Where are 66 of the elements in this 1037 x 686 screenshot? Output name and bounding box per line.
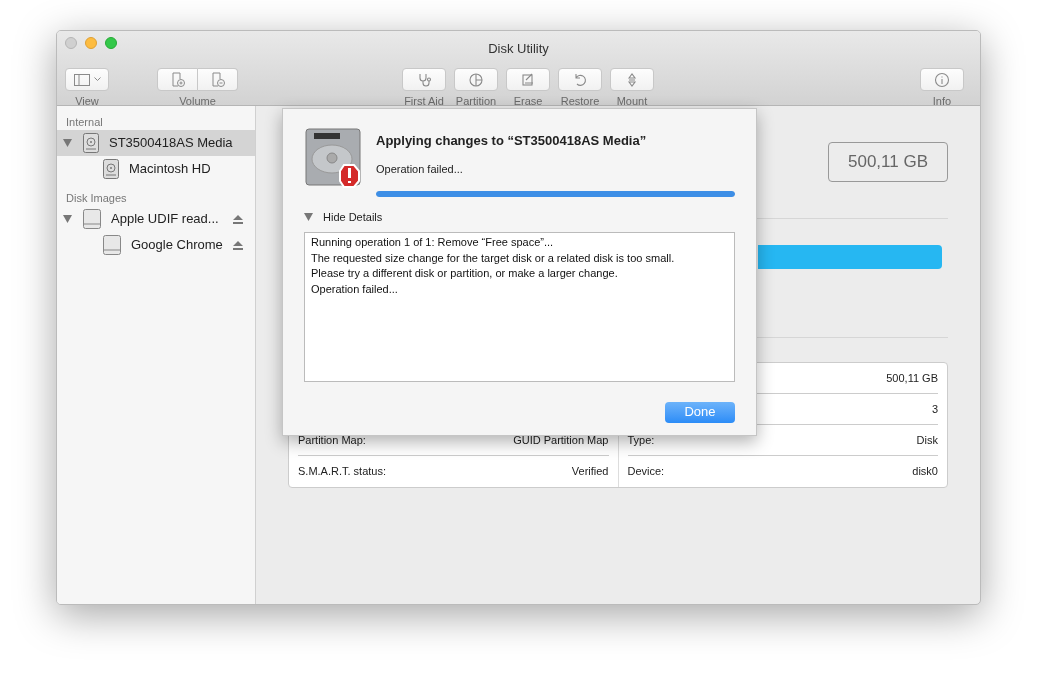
disk-image-icon: [103, 235, 121, 255]
info-value: 3: [931, 401, 938, 417]
sidebar-toggle-button[interactable]: [65, 68, 109, 91]
disk-name: ST3500418AS Media: [109, 134, 234, 153]
sidebar-item[interactable]: ST3500418AS Media: [57, 130, 255, 156]
info-label: S.M.A.R.T. status:: [298, 464, 387, 480]
toolbar-label: Volume: [179, 96, 216, 107]
details-toggle[interactable]: Hide Details: [304, 209, 383, 226]
disk-image-icon: [83, 209, 101, 229]
minimize-button[interactable]: [85, 37, 97, 49]
firstaid-button[interactable]: [402, 68, 446, 91]
remove-volume-icon: [209, 71, 226, 88]
disk-name: Google Chrome: [131, 236, 224, 255]
partition-button[interactable]: [454, 68, 498, 91]
info-value: Verified: [571, 464, 609, 480]
disclosure-triangle-icon[interactable]: [63, 139, 72, 147]
eraser-icon: [520, 71, 536, 88]
log-entry: Operation failed...: [311, 281, 399, 297]
disclosure-triangle-icon: [304, 213, 313, 222]
capacity-box: 500,11 GB: [828, 142, 948, 182]
restore-button[interactable]: [558, 68, 602, 91]
stethoscope-icon: [416, 71, 432, 88]
erase-button[interactable]: [506, 68, 550, 91]
toolbar-label: Restore: [560, 96, 600, 107]
close-button[interactable]: [65, 37, 77, 49]
sidebar-item[interactable]: Apple UDIF read...: [57, 206, 255, 232]
disk-name: Apple UDIF read...: [111, 210, 220, 229]
log-entry: The requested size change for the target disk or a related disk is too small. Please try a different disk or partition, or make a larger change.: [311, 250, 676, 281]
eject-icon[interactable]: [233, 240, 243, 250]
disk-name: Macintosh HD: [129, 160, 212, 179]
info-label: Partition Map:: [298, 432, 366, 448]
pie-icon: [468, 71, 484, 88]
status-text: Operation failed...: [376, 161, 464, 177]
zoom-button[interactable]: [105, 37, 117, 49]
toolbar-label: First Aid: [404, 96, 444, 107]
window-title: Disk Utility: [488, 41, 549, 56]
sidebar-icon: [73, 73, 90, 86]
toolbar-label: Mount: [616, 96, 648, 107]
add-volume-button[interactable]: [157, 68, 198, 91]
info-button[interactable]: [920, 68, 964, 91]
info-value: GUID Partition Map: [513, 432, 609, 448]
info-label: Type:: [627, 432, 655, 448]
remove-volume-button[interactable]: [198, 68, 238, 91]
toolbar-label: View: [75, 96, 99, 107]
sidebar-section-title: Disk Images: [66, 190, 127, 206]
info-label: Device:: [627, 464, 665, 480]
info-icon: [934, 71, 950, 88]
log-entry: Running operation 1 of 1: Remove “Free space”...: [311, 234, 555, 250]
sidebar-item[interactable]: Google Chrome: [57, 232, 255, 258]
sidebar-section-title: Internal: [66, 114, 103, 130]
sidebar-item[interactable]: Macintosh HD: [57, 156, 255, 182]
chevron-icon: [93, 77, 101, 82]
restore-icon: [572, 71, 588, 88]
mount-button[interactable]: [610, 68, 654, 91]
sheet-title: Applying changes to “ST3500418AS Media”: [376, 132, 648, 150]
toolbar-label: Info: [932, 96, 952, 107]
disclosure-triangle-icon[interactable]: [63, 215, 72, 223]
add-volume-icon: [169, 71, 186, 88]
toolbar-label: Partition: [455, 96, 497, 107]
info-value: Disk: [916, 432, 938, 448]
eject-icon[interactable]: [233, 214, 243, 224]
info-value: disk0: [912, 464, 938, 480]
toolbar-label: Erase: [513, 96, 543, 107]
hard-drive-icon: [103, 159, 119, 179]
hard-drive-icon: [83, 133, 99, 153]
info-value: 500,11 GB: [886, 370, 938, 386]
